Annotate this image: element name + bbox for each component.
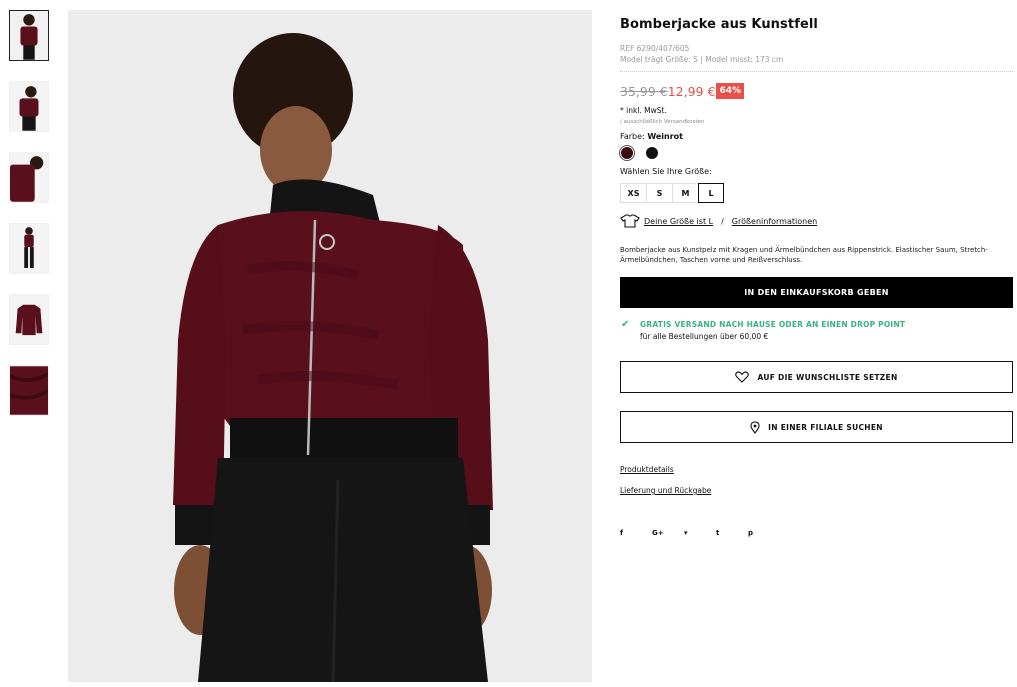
thumbnail-1[interactable] [9,10,49,61]
color-value: Weinrot [647,132,683,141]
free-shipping-title: GRATIS VERSAND NACH HAUSE ODER AN EINEN … [640,320,906,329]
thumbnail-2[interactable] [9,81,49,132]
size-separator: / [721,216,724,226]
model-info: Model trägt Größe: S | Model misst: 173 … [620,55,784,64]
your-size-link[interactable]: Deine Größe ist L [644,217,713,226]
thumbnail-6[interactable] [9,365,49,416]
check-icon: ✔ [621,319,630,330]
free-shipping-sub: für alle Bestellungen über 60,00 € [640,332,769,341]
pinterest-icon[interactable]: p [748,529,780,537]
size-s[interactable]: S [646,183,672,203]
product-details-link[interactable]: Produktdetails [620,465,1013,474]
size-selector: XS S M L [620,183,1013,203]
sale-price: 12,99 € [667,83,716,99]
divider [620,71,1013,72]
thumbnail-4[interactable] [9,223,49,274]
size-help: Deine Größe ist L / Größeninformationen [620,214,1013,228]
wishlist-label: AUF DIE WUNSCHLISTE SETZEN [757,372,898,382]
tumblr-icon[interactable]: t [716,529,748,537]
product-ref: REF 6290/407/605 [620,44,690,53]
heart-icon [735,371,750,383]
size-l[interactable]: L [698,183,724,203]
tshirt-icon [620,214,640,228]
size-m[interactable]: M [672,183,698,203]
price-row: 35,99 € 12,99 € 64% [620,82,1013,100]
tax-note: * inkl. MwSt. [620,106,667,115]
old-price: 35,99 € [620,83,668,99]
facebook-icon[interactable]: f [620,529,652,537]
product-main-image[interactable] [68,10,592,682]
size-xs[interactable]: XS [620,183,646,203]
shipping-cost-note: / ausschließlich Versandkosten [620,119,705,125]
swatch-black[interactable] [646,147,658,159]
color-label-text: Farbe: [620,132,645,141]
shipping-info: ✔ GRATIS VERSAND NACH HAUSE ODER AN EINE… [620,319,1013,342]
discount-badge: 64% [716,83,744,99]
google-plus-icon[interactable]: G+ [652,529,684,537]
color-swatches [619,145,1013,161]
find-store-button[interactable]: IN EINER FILIALE SUCHEN [620,411,1013,443]
product-title: Bomberjacke aus Kunstfell [620,17,818,32]
size-info-link[interactable]: Größeninformationen [732,217,817,226]
size-title: Wählen Sie Ihre Größe: [620,167,712,176]
location-pin-icon [750,420,760,434]
twitter-icon[interactable]: ▾ [684,529,716,537]
wishlist-button[interactable]: AUF DIE WUNSCHLISTE SETZEN [620,361,1013,393]
thumbnail-list [9,10,49,436]
find-store-label: IN EINER FILIALE SUCHEN [768,422,883,432]
product-description: Bomberjacke aus Kunstpelz mit Kragen und… [620,246,988,264]
thumbnail-5[interactable] [9,294,49,345]
thumbnail-3[interactable] [9,152,49,203]
color-label: Farbe: Weinrot [620,132,1013,141]
add-to-cart-button[interactable]: IN DEN EINKAUFSKORB GEBEN [620,277,1013,308]
product-info: Bomberjacke aus Kunstfell REF 6290/407/6… [619,10,1013,537]
delivery-returns-link[interactable]: Lieferung und Rückgabe [620,486,1013,495]
swatch-weinrot[interactable] [619,145,635,161]
social-share: f G+ ▾ t p [620,529,1013,537]
